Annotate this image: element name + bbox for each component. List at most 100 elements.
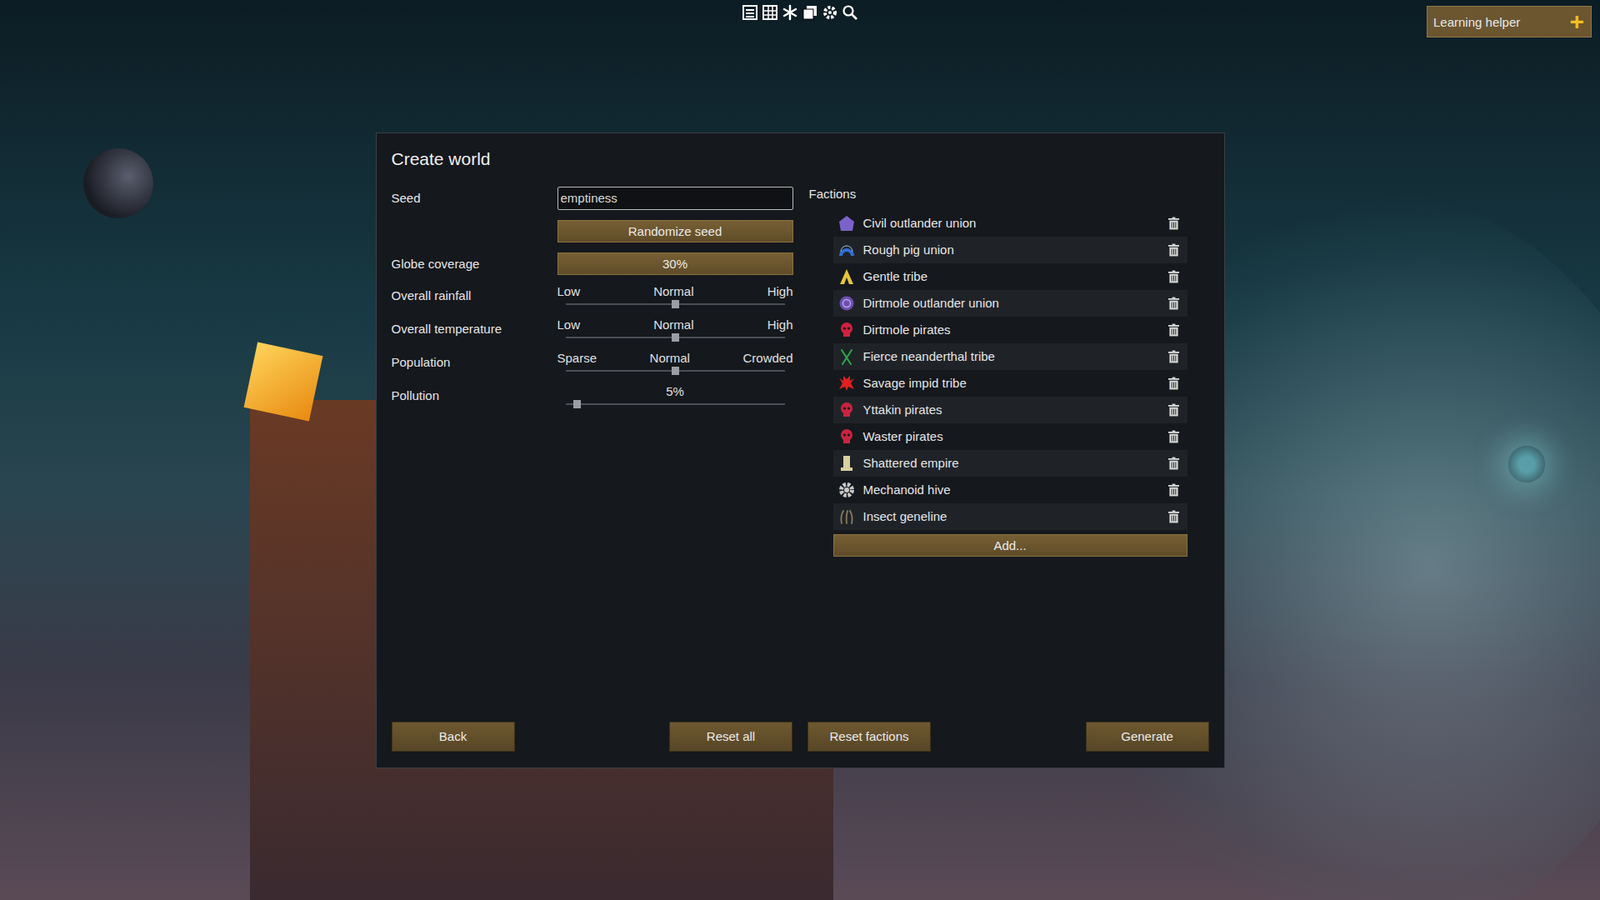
learning-helper-button[interactable]: Learning helper + [1426, 5, 1592, 38]
screen: Learning helper + Create world Seed Rand… [0, 0, 1600, 900]
faction-row: Fierce neanderthal tribe [833, 343, 1188, 370]
trash-icon[interactable] [1168, 216, 1180, 230]
slider-track-area [557, 365, 794, 378]
slider-thumb[interactable] [671, 366, 680, 375]
faction-row: Insect geneline [833, 503, 1188, 530]
pages-icon[interactable] [801, 4, 819, 21]
slider-thumb[interactable] [671, 333, 680, 342]
slider[interactable]: SparseNormalCrowded [557, 350, 794, 378]
slider-track [565, 403, 785, 405]
reset-factions-button[interactable]: Reset factions [807, 721, 931, 752]
gear-icon [838, 481, 855, 499]
slider-row: Overall temperature LowNormalHigh [391, 317, 794, 345]
faction-name: Savage impid tribe [863, 375, 1160, 390]
moon-art [83, 148, 154, 219]
faction-name: Gentle tribe [863, 269, 1160, 284]
trash-icon[interactable] [1168, 430, 1180, 444]
slider-mark: Normal [653, 284, 694, 299]
reset-all-button[interactable]: Reset all [669, 721, 793, 752]
seed-label: Seed [391, 190, 558, 205]
slider[interactable]: 5% [557, 384, 794, 411]
globe-coverage-row: Globe coverage 30% [391, 252, 794, 275]
seed-row: Seed [391, 186, 794, 210]
faction-name: Waster pirates [863, 429, 1160, 444]
faction-name: Rough pig union [863, 242, 1160, 257]
cube-art [244, 342, 324, 422]
factions-panel: Factions Civil outlander union Rough pig… [809, 186, 1210, 722]
tent-icon [838, 268, 855, 285]
back-button[interactable]: Back [391, 721, 515, 752]
randomize-seed-button[interactable]: Randomize seed [557, 220, 794, 243]
faction-row: Civil outlander union [833, 210, 1188, 237]
slider-mark: High [767, 317, 794, 332]
trash-icon[interactable] [1168, 483, 1180, 497]
globe-coverage-label: Globe coverage [391, 256, 558, 271]
factions-label: Factions [809, 186, 1210, 202]
settings-icon[interactable] [821, 4, 839, 21]
skull-icon [838, 401, 855, 419]
trash-icon[interactable] [1168, 403, 1180, 417]
star-icon [838, 375, 855, 392]
randomize-row: Randomize seed [391, 220, 794, 243]
slider-track [565, 370, 785, 372]
slider-thumb[interactable] [573, 400, 581, 409]
trash-icon[interactable] [1168, 323, 1180, 337]
trash-icon[interactable] [1168, 376, 1180, 390]
slider-track-area [557, 398, 794, 411]
add-faction-button[interactable]: Add... [833, 534, 1188, 557]
slider-mark: Sparse [557, 350, 598, 365]
world-settings: Seed Randomize seed Globe coverage 30% O… [391, 186, 794, 722]
trash-icon[interactable] [1168, 350, 1180, 364]
slider[interactable]: LowNormalHigh [557, 317, 794, 345]
house-icon [838, 215, 855, 232]
table-icon[interactable] [761, 4, 779, 21]
slider-track [565, 336, 785, 339]
slider-row: Overall rainfall LowNormalHigh [391, 284, 794, 311]
spear-icon [838, 348, 855, 365]
trash-icon[interactable] [1168, 243, 1180, 257]
slider-thumb[interactable] [671, 300, 680, 309]
faction-name: Civil outlander union [863, 215, 1160, 230]
search-icon[interactable] [841, 4, 859, 21]
trash-icon[interactable] [1168, 296, 1180, 310]
faction-row: Dirtmole outlander union [833, 290, 1188, 317]
slider[interactable]: LowNormalHigh [557, 284, 794, 311]
slider-mark: Normal [653, 317, 694, 332]
slider-mark: High [767, 284, 794, 299]
faction-list: Civil outlander union Rough pig union Ge… [833, 210, 1188, 557]
slider-marks: SparseNormalCrowded [557, 350, 794, 365]
slider-marks: LowNormalHigh [557, 317, 794, 332]
faction-row: Yttakin pirates [833, 396, 1188, 424]
research-icon[interactable] [781, 4, 799, 21]
faction-row: Dirtmole pirates [833, 316, 1188, 344]
slider-track-area [557, 331, 794, 345]
slider-label: Overall rainfall [391, 284, 558, 303]
skull-icon [838, 428, 855, 445]
trash-icon[interactable] [1168, 270, 1180, 284]
list-icon[interactable] [741, 4, 759, 21]
globe-coverage-button[interactable]: 30% [557, 252, 794, 275]
trash-icon[interactable] [1168, 510, 1180, 524]
faction-name: Yttakin pirates [863, 402, 1160, 417]
create-world-dialog: Create world Seed Randomize seed Globe c… [375, 132, 1225, 769]
faction-row: Waster pirates [833, 423, 1188, 450]
slider-row: Population SparseNormalCrowded [391, 350, 794, 378]
badge-icon [838, 295, 855, 312]
pillar-icon [838, 455, 855, 472]
claws-icon [838, 508, 855, 525]
generate-button[interactable]: Generate [1085, 721, 1210, 752]
slider-label: Population [391, 350, 558, 370]
faction-name: Insect geneline [863, 509, 1160, 524]
faction-row: Savage impid tribe [833, 370, 1188, 397]
slider-row: Pollution 5% [391, 384, 794, 411]
faction-row: Rough pig union [833, 236, 1188, 264]
trash-icon[interactable] [1168, 456, 1180, 470]
reset-buttons: Reset all Reset factions [669, 721, 931, 752]
faction-name: Fierce neanderthal tribe [863, 349, 1160, 364]
faction-row: Mechanoid hive [833, 476, 1188, 504]
faction-name: Shattered empire [863, 455, 1160, 470]
top-toolbar [0, 4, 1600, 21]
seed-input[interactable] [557, 186, 794, 210]
faction-name: Mechanoid hive [863, 482, 1160, 497]
slider-marks: LowNormalHigh [557, 284, 794, 299]
